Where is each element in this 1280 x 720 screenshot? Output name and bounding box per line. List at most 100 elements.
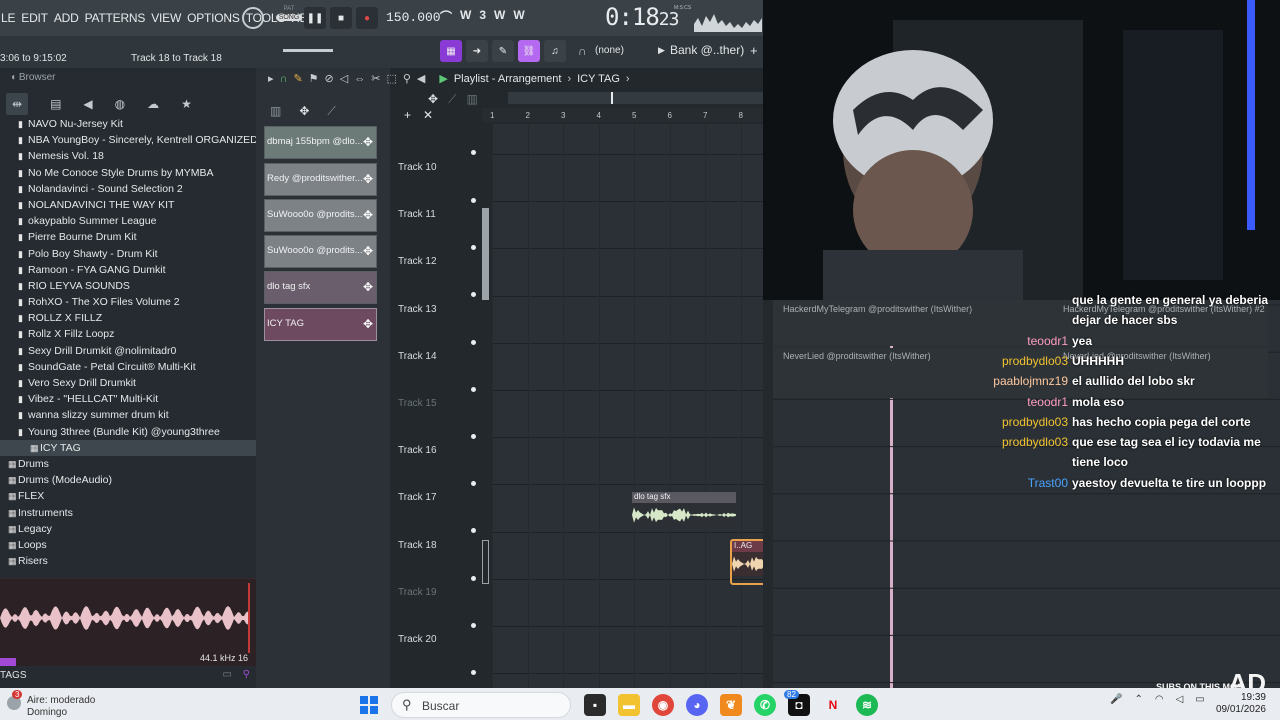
bank-selector[interactable]: Bank @..ther): [670, 43, 744, 57]
fl-studio-icon[interactable]: ❦: [720, 694, 742, 716]
move-handle-icon[interactable]: ✥: [363, 244, 373, 258]
browser-item[interactable]: ▮ RohXO - The XO Files Volume 2: [0, 294, 256, 310]
zoom-icon[interactable]: ⚲: [403, 72, 411, 85]
browser-item[interactable]: ▮ No Me Conoce Style Drums by MYMBA: [0, 165, 256, 181]
browser-item[interactable]: ▦Drums (ModeAudio): [0, 472, 256, 488]
browser-item[interactable]: ▮ RIO LEYVA SOUNDS: [0, 278, 256, 294]
menu-add[interactable]: ADD: [51, 11, 82, 25]
piano-icon[interactable]: ♫: [544, 40, 566, 62]
browser-item[interactable]: ▮ NOLANDAVINCI THE WAY KIT: [0, 197, 256, 213]
move-handle-icon[interactable]: ✥: [363, 135, 373, 149]
folder-icon[interactable]: ▭: [223, 669, 232, 680]
browser-item[interactable]: ▦ICY TAG: [0, 439, 256, 456]
browser-item[interactable]: ▦Legacy: [0, 521, 256, 537]
clip-source-item[interactable]: dlo tag sfx ✥: [264, 271, 377, 304]
browser-item[interactable]: ▦Drums: [0, 456, 256, 472]
track-label[interactable]: Track 11: [398, 209, 436, 220]
slide-icon[interactable]: ⟋: [327, 104, 335, 119]
taskbar-search[interactable]: ⚲ Buscar: [391, 692, 571, 718]
preview-progress-bar[interactable]: [0, 658, 16, 666]
plugins-tab-icon[interactable]: ◍: [115, 97, 125, 111]
terminal-icon[interactable]: ▪: [584, 694, 606, 716]
browser-item[interactable]: ▮ ROLLZ X FILLZ: [0, 310, 256, 326]
wifi-icon[interactable]: ◠: [1155, 694, 1164, 705]
menu-patterns[interactable]: PATTERNS: [82, 11, 149, 25]
clip-source-item[interactable]: Redy @proditswither... ✥: [264, 163, 377, 196]
move-icon[interactable]: ✥: [299, 104, 309, 119]
browser-item[interactable]: ▮ NAVO Nu-Jersey Kit: [0, 116, 256, 132]
track-scrollbar[interactable]: [482, 208, 489, 300]
track-mute-led[interactable]: [471, 292, 476, 298]
browser-item[interactable]: ▦Instruments: [0, 505, 256, 521]
track-label[interactable]: Track 13: [398, 304, 437, 315]
mute-icon[interactable]: ◁: [340, 72, 348, 85]
clip-source-item[interactable]: dbmaj 155bpm @dlo... ✥: [264, 126, 377, 159]
track-mute-led[interactable]: [471, 150, 476, 155]
clip-source-item[interactable]: SuWooo0o @prodits... ✥: [264, 199, 377, 232]
browser-item[interactable]: ▮ Vero Sexy Drill Drumkit: [0, 375, 256, 391]
master-volume-slider[interactable]: [283, 49, 333, 52]
play-arrow-icon[interactable]: ▶: [658, 45, 665, 56]
search-tags-icon[interactable]: ⚲: [243, 669, 250, 680]
track-mute-led[interactable]: [471, 670, 476, 675]
browser-item[interactable]: ▮ Nemesis Vol. 18: [0, 148, 256, 164]
playback-icon[interactable]: ◀: [417, 72, 425, 85]
move-handle-icon[interactable]: ✥: [363, 208, 373, 222]
pattern-selector[interactable]: (none): [595, 45, 624, 56]
track-mute-led[interactable]: [471, 339, 476, 345]
metronome-icon[interactable]: ⌒: [440, 8, 452, 25]
all-tab-icon[interactable]: ⇹: [6, 93, 29, 115]
battery-icon[interactable]: ▭: [1195, 694, 1204, 705]
volume-icon[interactable]: ◁: [1176, 694, 1184, 705]
clip-source-item[interactable]: ICY TAG ✥: [264, 308, 377, 341]
menu-options[interactable]: OPTIONS: [184, 11, 243, 25]
menu-file[interactable]: LE: [0, 11, 18, 25]
track-label[interactable]: Track 10: [398, 162, 437, 173]
taskbar-clock[interactable]: 19:39 09/01/2026: [1208, 692, 1266, 716]
grid-icon[interactable]: ▥: [466, 92, 477, 107]
move-handle-icon[interactable]: ✥: [363, 172, 373, 186]
track-label[interactable]: Track 18: [398, 540, 437, 551]
browser-item[interactable]: ▦FLEX: [0, 488, 256, 504]
windows-start-icon[interactable]: [360, 696, 378, 714]
browser-item[interactable]: ▮ Rollz X Fillz Loopz: [0, 326, 256, 342]
track-mute-led[interactable]: [471, 622, 476, 628]
menu-edit[interactable]: EDIT: [18, 11, 51, 25]
track-label[interactable]: Track 17: [398, 492, 437, 503]
menu-view[interactable]: VIEW: [148, 11, 184, 25]
timeline-ruler[interactable]: 1 2 3 4 5 6 7 8: [482, 108, 763, 122]
track-label[interactable]: Track 19: [398, 587, 437, 598]
browser-item[interactable]: ▮ wanna slizzy summer drum kit: [0, 407, 256, 423]
browser-item[interactable]: ▮ Polo Boy Shawty - Drum Kit: [0, 246, 256, 262]
wait-input-icon[interactable]: W: [460, 8, 471, 25]
mic-icon[interactable]: 🎤: [1110, 694, 1122, 705]
browser-item[interactable]: ▮ Pierre Bourne Drum Kit: [0, 229, 256, 245]
record-button[interactable]: ●: [356, 7, 378, 29]
chrome-icon[interactable]: ◉: [652, 694, 674, 716]
whatsapp-icon[interactable]: ✆: [754, 694, 776, 716]
track-scrollbar-thumb[interactable]: [482, 540, 489, 584]
browser-item[interactable]: ▮ okaypablo Summer League: [0, 213, 256, 229]
add-track-icon[interactable]: +: [404, 108, 411, 122]
spotify-icon[interactable]: ≋: [856, 694, 878, 716]
browser-item[interactable]: ▮ Ramoon - FYA GANG Dumkit: [0, 262, 256, 278]
magnet-icon[interactable]: ∩: [280, 73, 288, 85]
track-mute-led[interactable]: [471, 386, 476, 392]
clip-dlo-tag-sfx[interactable]: dlo tag sfx: [632, 492, 736, 527]
playlist-menu-icon[interactable]: ▸: [268, 72, 274, 85]
loop-record-icon[interactable]: W: [513, 8, 524, 25]
overview-bar[interactable]: [508, 92, 763, 104]
close-icon[interactable]: ✕: [423, 108, 433, 122]
paint-icon[interactable]: ⚑: [309, 72, 319, 85]
track-mute-led[interactable]: [471, 528, 476, 534]
track-mute-led[interactable]: [471, 198, 476, 203]
arrow-icon[interactable]: ➜: [466, 40, 488, 62]
zoom-slider-icon[interactable]: ⟋: [448, 92, 456, 107]
track-label[interactable]: Track 20: [398, 634, 437, 645]
track-label[interactable]: Track 14: [398, 351, 437, 362]
browser-item[interactable]: ▮ Nolandavinci - Sound Selection 2: [0, 181, 256, 197]
playlist-play-icon[interactable]: ▶: [439, 72, 447, 85]
netflix-icon[interactable]: N: [822, 694, 844, 716]
track-mute-led[interactable]: [471, 575, 476, 581]
browser-item[interactable]: ▮ SoundGate - Petal Circuit® Multi-Kit: [0, 359, 256, 375]
